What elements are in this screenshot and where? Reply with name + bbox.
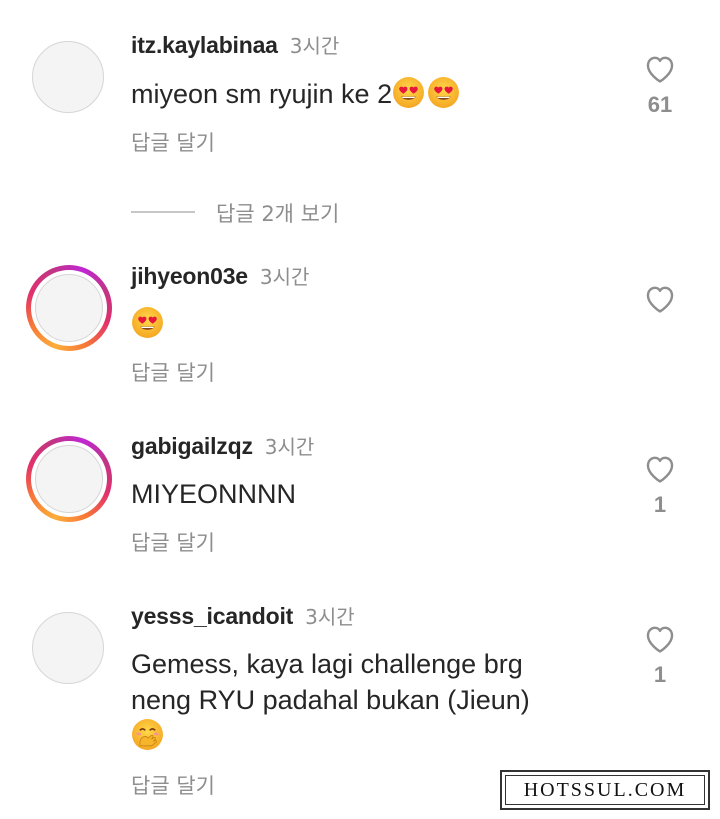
comment-username[interactable]: jihyeon03e	[131, 263, 248, 289]
avatar[interactable]	[26, 35, 112, 121]
comment-text: miyeon sm ryujin ke 2	[131, 79, 393, 109]
story-ring	[26, 265, 112, 351]
avatar[interactable]	[26, 265, 112, 351]
heart-eyes-emoji	[131, 306, 164, 339]
comment-text-line-2: neng RYU padahal bukan (Jieun)	[131, 685, 530, 715]
heart-outline-icon[interactable]	[643, 282, 677, 314]
divider-line	[131, 211, 195, 213]
heart-outline-icon[interactable]	[643, 452, 677, 484]
reply-button[interactable]: 답글 달기	[131, 770, 215, 800]
like-count: 1	[653, 662, 667, 687]
comment-text: MIYEONNNN	[131, 479, 297, 509]
heart-eyes-emoji	[427, 76, 460, 109]
hand-over-mouth-emoji	[131, 718, 164, 751]
comment-time: 3시간	[264, 435, 315, 459]
heart-outline-icon[interactable]	[643, 622, 677, 654]
comment-username[interactable]: itz.kaylabinaa	[131, 32, 278, 58]
avatar[interactable]	[26, 436, 112, 522]
reply-button[interactable]: 답글 달기	[131, 527, 215, 557]
view-replies-label: 답글 2개 보기	[216, 202, 340, 226]
comment-time: 3시간	[259, 265, 310, 289]
avatar[interactable]	[26, 606, 112, 692]
comment-time: 3시간	[305, 605, 355, 629]
reply-button[interactable]: 답글 달기	[131, 357, 215, 387]
story-ring	[26, 436, 112, 522]
heart-eyes-emoji	[392, 76, 425, 109]
like-count: 1	[653, 492, 667, 517]
comment-username[interactable]: yesss_icandoit	[131, 603, 293, 629]
watermark-logo: HOTSSUL.COM	[500, 770, 710, 810]
reply-button[interactable]: 답글 달기	[131, 127, 215, 157]
comment-username[interactable]: gabigailzqz	[131, 433, 253, 459]
like-count: 61	[647, 92, 673, 117]
comment-text-line-1: Gemess, kaya lagi challenge brg	[131, 649, 523, 679]
comment-time: 3시간	[289, 34, 340, 58]
heart-outline-icon[interactable]	[643, 52, 677, 84]
